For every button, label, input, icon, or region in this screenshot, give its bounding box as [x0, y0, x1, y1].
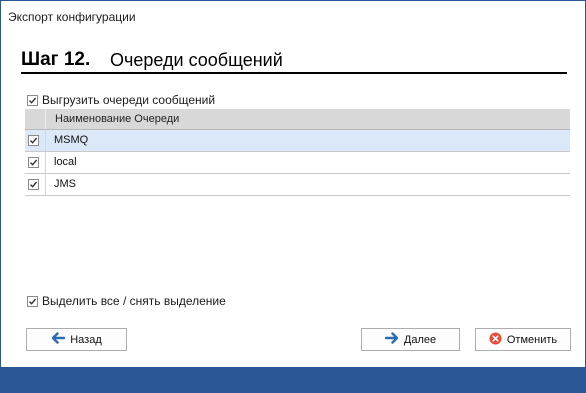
select-all-checkbox[interactable]: Выделить все / снять выделение — [27, 294, 226, 308]
next-button[interactable]: Далее — [361, 328, 460, 351]
checkbox-checked-icon — [27, 295, 38, 307]
cancel-circle-icon — [489, 332, 502, 348]
cancel-button[interactable]: Отменить — [475, 328, 571, 351]
export-queues-checkbox[interactable]: Выгрузить очереди сообщений — [27, 93, 215, 107]
export-queues-label: Выгрузить очереди сообщений — [42, 93, 216, 107]
table-row[interactable]: JMS — [25, 174, 570, 196]
table-row[interactable]: MSMQ — [25, 130, 570, 152]
export-wizard-window: Экспорт конфигурации Шаг 12. Очереди соо… — [0, 0, 586, 393]
column-divider — [45, 130, 46, 151]
queue-name: JMS — [54, 178, 76, 190]
row-checkbox[interactable] — [28, 157, 39, 168]
checkbox-checked-icon — [27, 94, 38, 106]
window-title: Экспорт конфигурации — [8, 10, 136, 24]
grid-header-check-column — [25, 109, 46, 129]
step-number: Шаг 12. — [21, 49, 91, 70]
arrow-right-icon — [384, 332, 399, 347]
select-all-label: Выделить все / снять выделение — [42, 294, 226, 308]
table-row[interactable]: local — [25, 152, 570, 174]
back-button[interactable]: Назад — [26, 328, 127, 351]
row-checkbox[interactable] — [28, 135, 39, 146]
cancel-button-label: Отменить — [506, 333, 558, 346]
step-header: Шаг 12. Очереди сообщений — [21, 48, 567, 74]
step-title: Очереди сообщений — [110, 50, 283, 70]
queues-grid: Наименование Очереди MSMQ local JMS — [25, 109, 570, 196]
grid-header: Наименование Очереди — [25, 109, 570, 130]
column-divider — [45, 152, 46, 173]
row-checkbox[interactable] — [28, 179, 39, 190]
column-divider — [45, 174, 46, 195]
arrow-left-icon — [51, 332, 66, 347]
footer-bar — [1, 367, 585, 392]
column-header-queue-name[interactable]: Наименование Очереди — [55, 113, 179, 125]
queue-name: local — [54, 156, 77, 168]
queue-name: MSMQ — [54, 134, 89, 146]
title-bar: Экспорт конфигурации — [1, 1, 585, 31]
back-button-label: Назад — [70, 333, 102, 346]
next-button-label: Далее — [403, 333, 437, 346]
